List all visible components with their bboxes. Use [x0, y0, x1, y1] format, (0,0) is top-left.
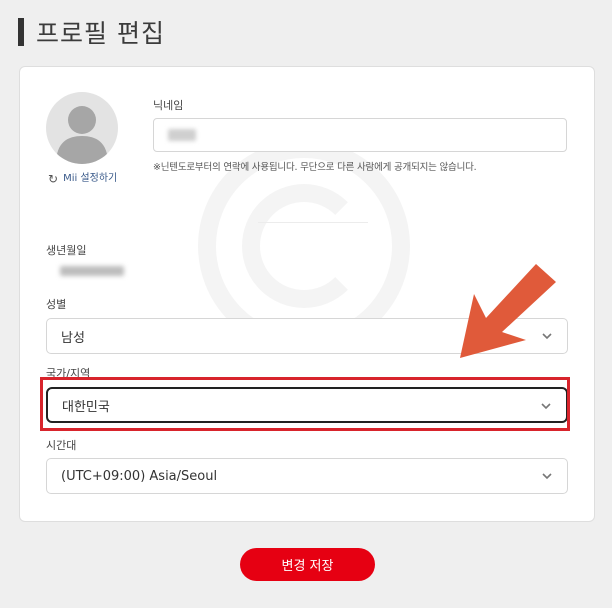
mii-settings-label: Mii 설정하기: [63, 173, 118, 184]
mii-settings-link[interactable]: ↻ Mii 설정하기: [48, 172, 126, 186]
page-title-text: 프로필 편집: [36, 19, 165, 48]
timezone-select[interactable]: (UTC+09:00) Asia/Seoul: [46, 458, 568, 494]
arrow-annotation-icon: [460, 264, 556, 358]
nickname-redacted: [168, 129, 196, 141]
divider: [258, 222, 368, 223]
nickname-note: ※닌텐도로부터의 연락에 사용됩니다. 무단으로 다른 사람에게 공개되지는 않…: [153, 162, 477, 173]
timezone-value: (UTC+09:00) Asia/Seoul: [61, 468, 218, 484]
highlight-annotation-box: [40, 377, 570, 431]
gender-label: 성별: [46, 298, 67, 311]
birthdate-label: 생년월일: [46, 244, 87, 257]
watermark-c-icon: [242, 184, 366, 308]
gender-value: 남성: [61, 330, 85, 346]
avatar-icon[interactable]: [46, 92, 118, 164]
refresh-icon: ↻: [48, 172, 59, 186]
timezone-label: 시간대: [46, 439, 77, 452]
save-changes-button[interactable]: 변경 저장: [240, 548, 375, 581]
birthdate-redacted: [60, 266, 124, 276]
page-title: 프로필 편집: [18, 16, 165, 48]
title-bar-accent: [18, 18, 24, 46]
nickname-input[interactable]: [153, 118, 567, 152]
chevron-down-icon: [542, 473, 552, 480]
nickname-label: 닉네임: [153, 99, 184, 112]
